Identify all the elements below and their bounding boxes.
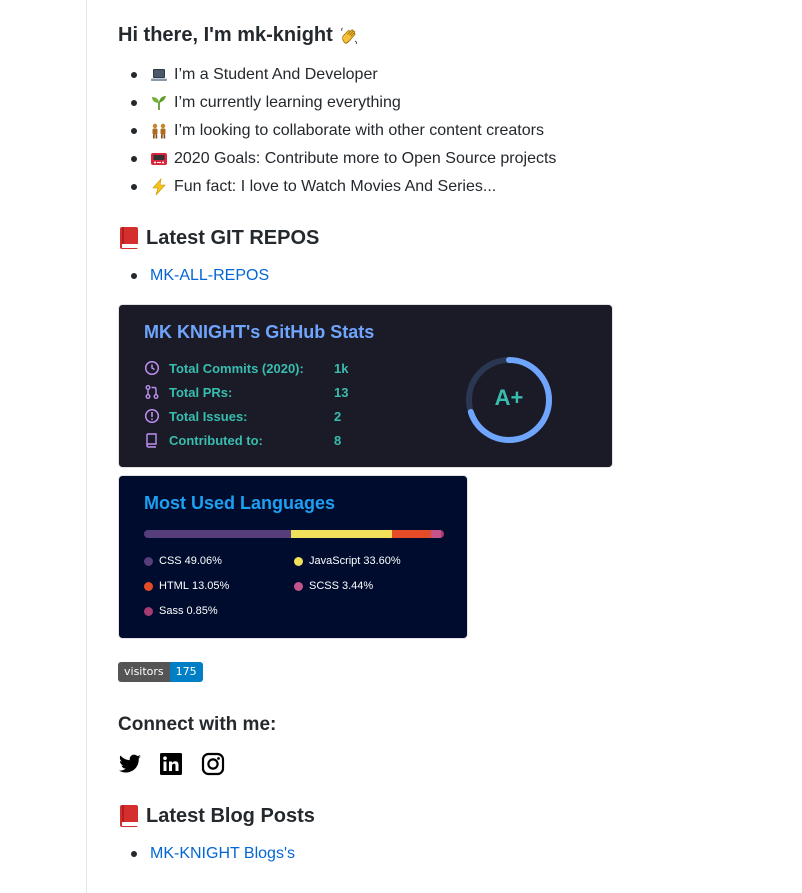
repo-icon: [146, 433, 157, 448]
twitter-icon[interactable]: [118, 752, 142, 776]
red-book-icon: [120, 805, 138, 827]
pull-request-icon: [145, 385, 159, 399]
language-dot: [144, 606, 153, 616]
stat-row-contributed: Contributed to: 8: [144, 430, 341, 450]
blogs-link[interactable]: MK-KNIGHT Blogs's: [150, 840, 295, 868]
list-item: MK-KNIGHT Blogs's: [118, 840, 295, 868]
language-dot: [294, 581, 303, 591]
history-icon: [144, 360, 160, 376]
issue-icon: [144, 408, 160, 424]
laptop-icon: [151, 69, 167, 81]
list-item: I’m a Student And Developer: [118, 61, 556, 89]
language-bar-segment: [431, 530, 442, 538]
language-item-css: CSS 49.06%: [144, 555, 222, 567]
stat-row-issues: Total Issues: 2: [144, 406, 341, 426]
language-dot: [294, 556, 303, 566]
intro-list: I’m a Student And Developer I’m currentl…: [118, 61, 556, 201]
stat-row-commits: Total Commits (2020): 1k: [144, 358, 348, 378]
language-progress-bar: [144, 530, 444, 538]
blog-list: MK-KNIGHT Blogs's: [118, 840, 295, 868]
github-stats-card[interactable]: MK KNIGHT's GitHub Stats Total Commits (…: [118, 304, 613, 468]
instagram-icon[interactable]: [201, 752, 225, 776]
people-icon: [152, 123, 166, 139]
visitors-badge-label: visitors: [118, 662, 170, 682]
languages-card-title: Most Used Languages: [144, 493, 336, 513]
all-repos-link[interactable]: MK-ALL-REPOS: [150, 262, 269, 290]
language-bar-segment: [144, 530, 292, 538]
left-border: [86, 0, 87, 893]
repos-list: MK-ALL-REPOS: [118, 262, 269, 290]
seedling-icon: [152, 96, 166, 110]
game-console-icon: [151, 153, 167, 165]
language-dot: [144, 556, 153, 566]
language-bar-segment: [291, 530, 392, 538]
repos-heading: Latest GIT REPOS: [118, 226, 319, 250]
list-item: I’m currently learning everything: [118, 89, 556, 117]
lightning-icon: [152, 178, 166, 196]
language-dot: [144, 581, 153, 591]
language-bar-segment: [441, 530, 444, 538]
language-item-scss: SCSS 3.44%: [294, 580, 373, 592]
list-item: Fun fact: I love to Watch Movies And Ser…: [118, 173, 556, 201]
list-item: 2020 Goals: Contribute more to Open Sour…: [118, 145, 556, 173]
red-book-icon: [120, 227, 138, 249]
rank-grade: A+: [494, 385, 524, 410]
top-languages-card[interactable]: Most Used Languages CSS 49.06% JavaScript…: [118, 475, 468, 639]
blog-heading: Latest Blog Posts: [118, 804, 315, 828]
waving-hand-icon: [340, 27, 357, 44]
stats-card-title: MK KNIGHT's GitHub Stats: [144, 322, 375, 342]
visitors-badge-count: 175: [169, 662, 203, 682]
stat-row-prs: Total PRs: 13: [144, 382, 348, 402]
language-item-sass: Sass 0.85%: [144, 605, 218, 617]
linkedin-icon[interactable]: [159, 752, 183, 776]
language-bar-segment: [391, 530, 432, 538]
language-item-html: HTML 13.05%: [144, 580, 229, 592]
connect-heading: Connect with me:: [118, 714, 277, 735]
list-item: MK-ALL-REPOS: [118, 262, 269, 290]
list-item: I’m looking to collaborate with other co…: [118, 117, 556, 145]
language-item-javascript: JavaScript 33.60%: [294, 555, 401, 567]
intro-heading: Hi there, I'm mk-knight: [118, 24, 359, 47]
visitors-badge[interactable]: visitors 175: [118, 662, 203, 682]
